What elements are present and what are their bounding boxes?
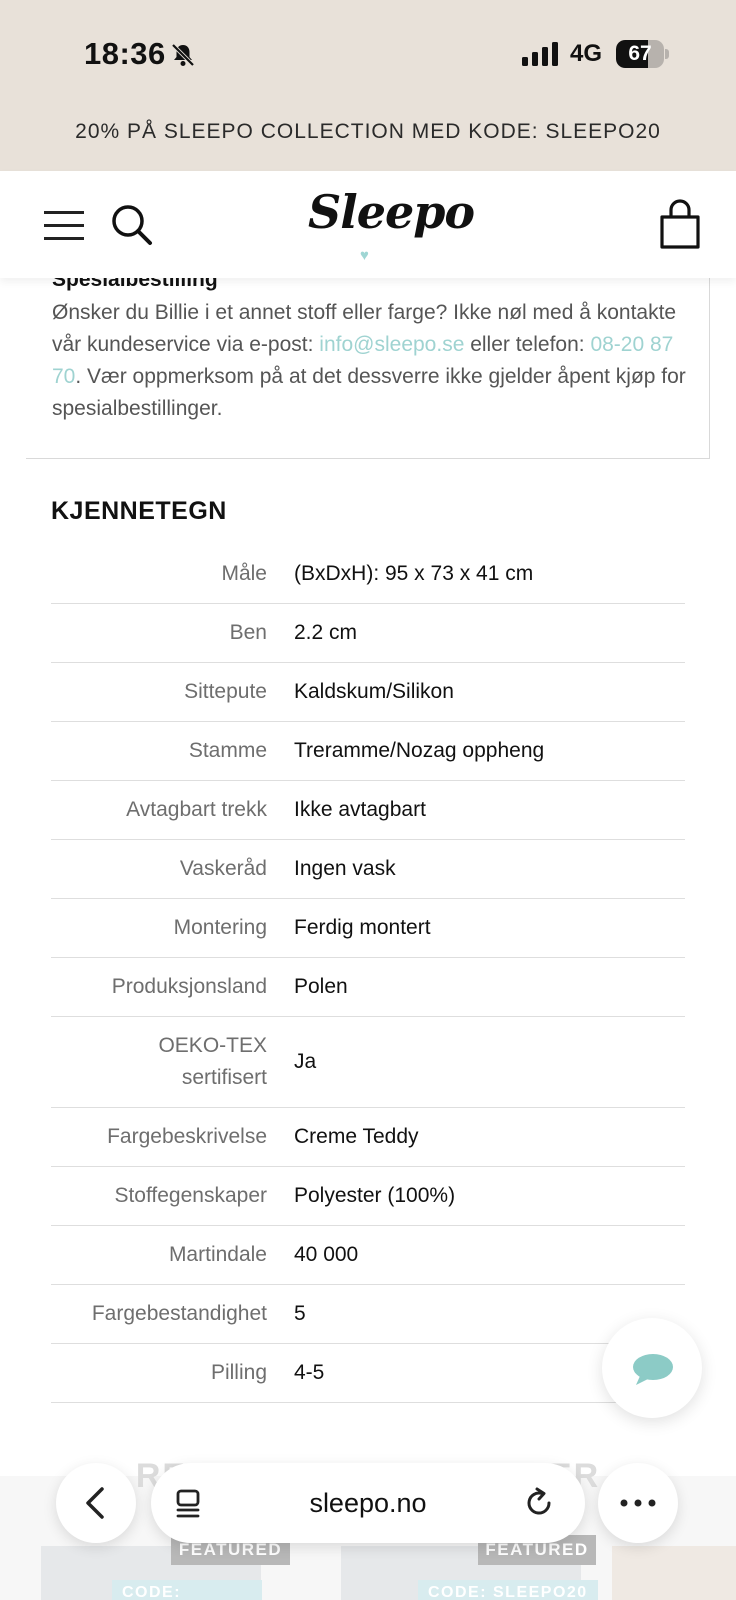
spec-row: Sittepute Kaldskum/Silikon bbox=[51, 663, 685, 722]
spec-row: OEKO-TEX sertifisert Ja bbox=[51, 1017, 685, 1108]
url-text: sleepo.no bbox=[309, 1488, 427, 1518]
promo-banner: 20% PÅ SLEEPO COLLECTION MED KODE: SLEEP… bbox=[75, 120, 661, 143]
spec-label: Ben bbox=[229, 621, 267, 644]
product-card[interactable] bbox=[612, 1546, 736, 1600]
code-tag: CODE: SLEEPO20 bbox=[418, 1580, 598, 1600]
site-header: Sleepo ♥ bbox=[0, 171, 736, 278]
reload-icon[interactable] bbox=[523, 1487, 555, 1519]
spec-value: 40 000 bbox=[294, 1243, 359, 1266]
chat-bubble-icon bbox=[633, 1354, 673, 1385]
spec-row: Martindale 40 000 bbox=[51, 1226, 685, 1285]
cellular-signal-icon bbox=[522, 42, 558, 66]
spec-label: Fargebestandighet bbox=[91, 1302, 267, 1325]
spec-value: Ingen vask bbox=[294, 857, 396, 880]
heart-icon: ♥ bbox=[360, 247, 369, 264]
spec-row: Avtagbart trekk Ikke avtagbart bbox=[51, 781, 685, 840]
spec-value: 2.2 cm bbox=[294, 621, 358, 644]
spec-label: Pilling bbox=[210, 1361, 267, 1384]
spec-row: Måle (BxDxH): 95 x 73 x 41 cm bbox=[51, 544, 685, 604]
back-button[interactable] bbox=[56, 1463, 136, 1543]
spec-value: Ikke avtagbart bbox=[294, 798, 426, 821]
battery-level: 67 bbox=[628, 42, 652, 65]
page: 18:36 4G 67 20% PÅ SLEEPO COLLECTION MED… bbox=[0, 0, 736, 1600]
spec-label: Martindale bbox=[168, 1243, 267, 1266]
status-time: 18:36 bbox=[84, 36, 166, 71]
spec-label: Vaskeråd bbox=[179, 857, 267, 880]
spec-value: Polen bbox=[294, 975, 348, 998]
address-bar[interactable]: sleepo.no bbox=[151, 1463, 585, 1543]
spec-row: Fargebestandighet 5 bbox=[51, 1285, 685, 1344]
search-icon[interactable] bbox=[110, 203, 154, 247]
spec-label: Produksjonsland bbox=[111, 975, 267, 998]
spec-value: Ferdig montert bbox=[294, 916, 431, 939]
code-tag: CODE: SLEEPO20 bbox=[112, 1580, 262, 1600]
network-type: 4G bbox=[570, 40, 603, 67]
spec-value: 5 bbox=[294, 1302, 306, 1325]
spec-label: Sittepute bbox=[184, 680, 267, 703]
spec-row: Stoffegenskaper Polyester (100%) bbox=[51, 1167, 685, 1226]
more-button[interactable] bbox=[598, 1463, 678, 1543]
chevron-left-icon bbox=[86, 1487, 104, 1519]
chat-button[interactable] bbox=[602, 1318, 702, 1418]
spec-value: (BxDxH): 95 x 73 x 41 cm bbox=[294, 561, 534, 585]
specs-title: KJENNETEGN bbox=[51, 497, 227, 525]
spec-label: Stamme bbox=[188, 739, 267, 762]
status-bar: 18:36 4G 67 20% PÅ SLEEPO COLLECTION MED… bbox=[0, 0, 736, 143]
spec-label: OEKO-TEX sertifisert bbox=[158, 1034, 267, 1089]
spec-value: Treramme/Nozag oppheng bbox=[294, 739, 545, 762]
spec-row: Fargebeskrivelse Creme Teddy bbox=[51, 1108, 685, 1167]
spec-label: Stoffegenskaper bbox=[114, 1184, 267, 1207]
spec-value: Kaldskum/Silikon bbox=[294, 680, 454, 703]
spec-label: Måle bbox=[221, 561, 267, 585]
battery-icon: 67 bbox=[616, 40, 669, 68]
spec-value: 4-5 bbox=[294, 1361, 325, 1384]
spec-label: Montering bbox=[173, 916, 267, 939]
email-link[interactable]: info@sleepo.se bbox=[319, 333, 464, 356]
specs-table: Måle (BxDxH): 95 x 73 x 41 cm Ben 2.2 cm Sit… bbox=[51, 544, 685, 1403]
spec-row: Vaskeråd Ingen vask bbox=[51, 840, 685, 899]
special-order-text: Ønsker du Billie i et annet stoff eller … bbox=[52, 297, 692, 425]
spec-row: Stamme Treramme/Nozag oppheng bbox=[51, 722, 685, 781]
spec-value: Polyester (100%) bbox=[294, 1184, 456, 1207]
special-order-text-part: . Vær oppmerksom på at det dessverre ikk… bbox=[52, 365, 686, 420]
spec-value: Creme Teddy bbox=[294, 1125, 419, 1148]
spec-label: Fargebeskrivelse bbox=[107, 1125, 267, 1148]
spec-label: Avtagbart trekk bbox=[126, 798, 267, 821]
ellipsis-icon bbox=[620, 1499, 656, 1507]
bell-muted-icon bbox=[171, 43, 195, 67]
spec-value: Ja bbox=[294, 1050, 317, 1073]
spec-row: Pilling 4-5 bbox=[51, 1344, 685, 1403]
shopping-bag-icon[interactable] bbox=[658, 199, 702, 251]
sleepo-logo[interactable]: Sleepo ♥ bbox=[308, 185, 475, 265]
spec-row: Montering Ferdig montert bbox=[51, 899, 685, 958]
spec-row: Produksjonsland Polen bbox=[51, 958, 685, 1017]
menu-icon[interactable] bbox=[44, 211, 84, 241]
logo-text: Sleepo bbox=[308, 185, 475, 239]
spec-row: Ben 2.2 cm bbox=[51, 604, 685, 663]
special-order-text-part: eller telefon: bbox=[464, 333, 591, 356]
